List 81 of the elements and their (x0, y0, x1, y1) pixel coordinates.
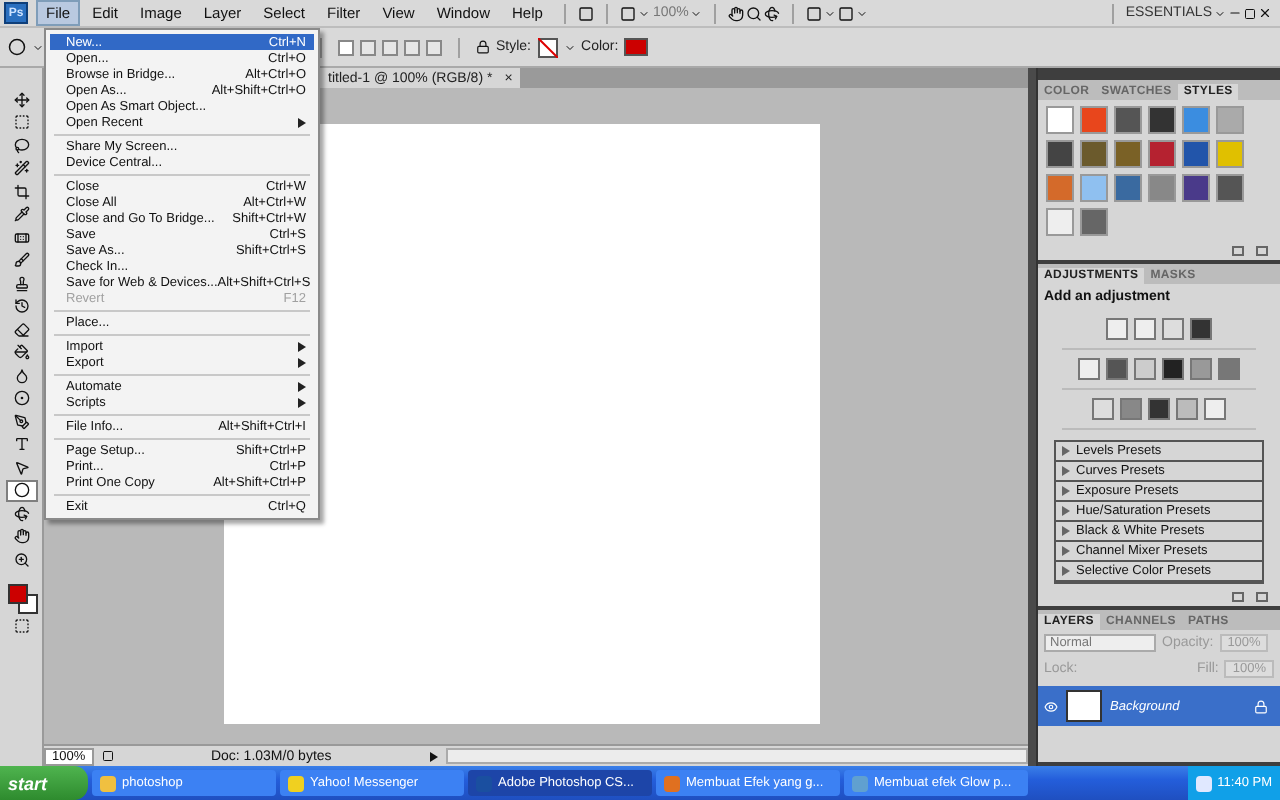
bandage-icon (13, 229, 29, 246)
hand-icon (13, 528, 29, 545)
restore-icon[interactable] (1244, 7, 1256, 19)
style-swatch[interactable] (1182, 106, 1210, 134)
adjustment-icon[interactable] (1162, 318, 1184, 340)
adjustment-icon[interactable] (1134, 358, 1156, 380)
style-swatch[interactable] (1148, 140, 1176, 168)
color-swatch[interactable] (624, 38, 649, 56)
style-swatch[interactable] (1182, 140, 1210, 168)
style-swatch[interactable] (1148, 174, 1176, 202)
caret-icon (563, 41, 576, 53)
app-icon (852, 775, 868, 791)
pen-icon (13, 413, 29, 430)
type-icon (13, 436, 29, 453)
adjustment-icon[interactable] (1204, 398, 1226, 420)
adjustment-icon[interactable] (1092, 398, 1114, 420)
app-icon (288, 775, 304, 791)
eraser-icon (13, 321, 29, 338)
new-selection-icon[interactable] (338, 39, 354, 55)
play-icon[interactable] (429, 751, 438, 761)
caret-icon (32, 41, 44, 53)
eye-icon[interactable] (1044, 699, 1058, 713)
app-icon (664, 775, 680, 791)
app-icon (100, 775, 116, 791)
caret-icon (1214, 7, 1226, 19)
dashed-square-icon (13, 114, 29, 131)
stamp-icon (13, 275, 29, 292)
adjustment-icon[interactable] (1106, 318, 1128, 340)
dodge-icon (13, 390, 29, 407)
caret-icon (690, 7, 703, 19)
zoom-icon (13, 551, 29, 568)
style-swatch[interactable] (1080, 140, 1108, 168)
layer-thumbnail (1066, 690, 1102, 722)
status-icon (101, 750, 114, 762)
quick-mask-icon[interactable] (13, 618, 29, 635)
horizontal-scrollbar[interactable] (445, 748, 1028, 764)
lasso-icon (13, 137, 29, 154)
tool-button[interactable] (5, 479, 37, 502)
style-swatch[interactable] (1080, 174, 1108, 202)
history-brush-icon (13, 298, 29, 315)
tray-icon (1195, 775, 1212, 791)
search-icon[interactable] (746, 5, 763, 21)
adjustment-icon[interactable] (1162, 358, 1184, 380)
paint-bucket-icon (13, 344, 29, 361)
eyedropper-icon (13, 206, 29, 223)
style-swatch[interactable] (1046, 208, 1074, 236)
caret-icon (638, 7, 651, 19)
move-icon (13, 91, 29, 108)
brush-icon (13, 252, 29, 269)
no-style-swatch[interactable] (537, 37, 558, 57)
droplet-icon (13, 367, 29, 384)
crop-icon (13, 183, 29, 200)
style-swatch[interactable] (1182, 174, 1210, 202)
hand-icon[interactable] (728, 5, 745, 21)
adjustment-icon[interactable] (1148, 398, 1170, 420)
style-swatch[interactable] (1080, 106, 1108, 134)
style-swatch[interactable] (1114, 106, 1142, 134)
style-swatch[interactable] (1148, 106, 1176, 134)
style-swatch[interactable] (1114, 174, 1142, 202)
adjustment-icon[interactable] (1190, 318, 1212, 340)
caret-icon (824, 7, 837, 19)
style-swatch[interactable] (1216, 174, 1244, 202)
magic-wand-icon (13, 160, 29, 177)
style-swatch[interactable] (1216, 106, 1244, 134)
ellipse-icon (13, 482, 29, 499)
close-icon[interactable] (1258, 6, 1272, 20)
style-swatch[interactable] (1114, 140, 1142, 168)
style-swatch[interactable] (1046, 106, 1074, 134)
style-swatch[interactable] (1216, 140, 1244, 168)
caret-icon (856, 7, 869, 19)
foreground-color[interactable] (7, 583, 27, 603)
style-swatch[interactable] (1080, 208, 1108, 236)
pointer-icon (13, 459, 29, 476)
rotate-3d-icon (13, 505, 29, 522)
adjustment-icon[interactable] (1176, 398, 1198, 420)
adjustment-icon[interactable] (1134, 318, 1156, 340)
style-swatch[interactable] (1046, 174, 1074, 202)
adjustment-icon[interactable] (1078, 358, 1100, 380)
style-swatch[interactable] (1046, 140, 1074, 168)
rotate-icon[interactable] (764, 5, 781, 21)
ellipse-tool-icon[interactable] (8, 38, 26, 56)
